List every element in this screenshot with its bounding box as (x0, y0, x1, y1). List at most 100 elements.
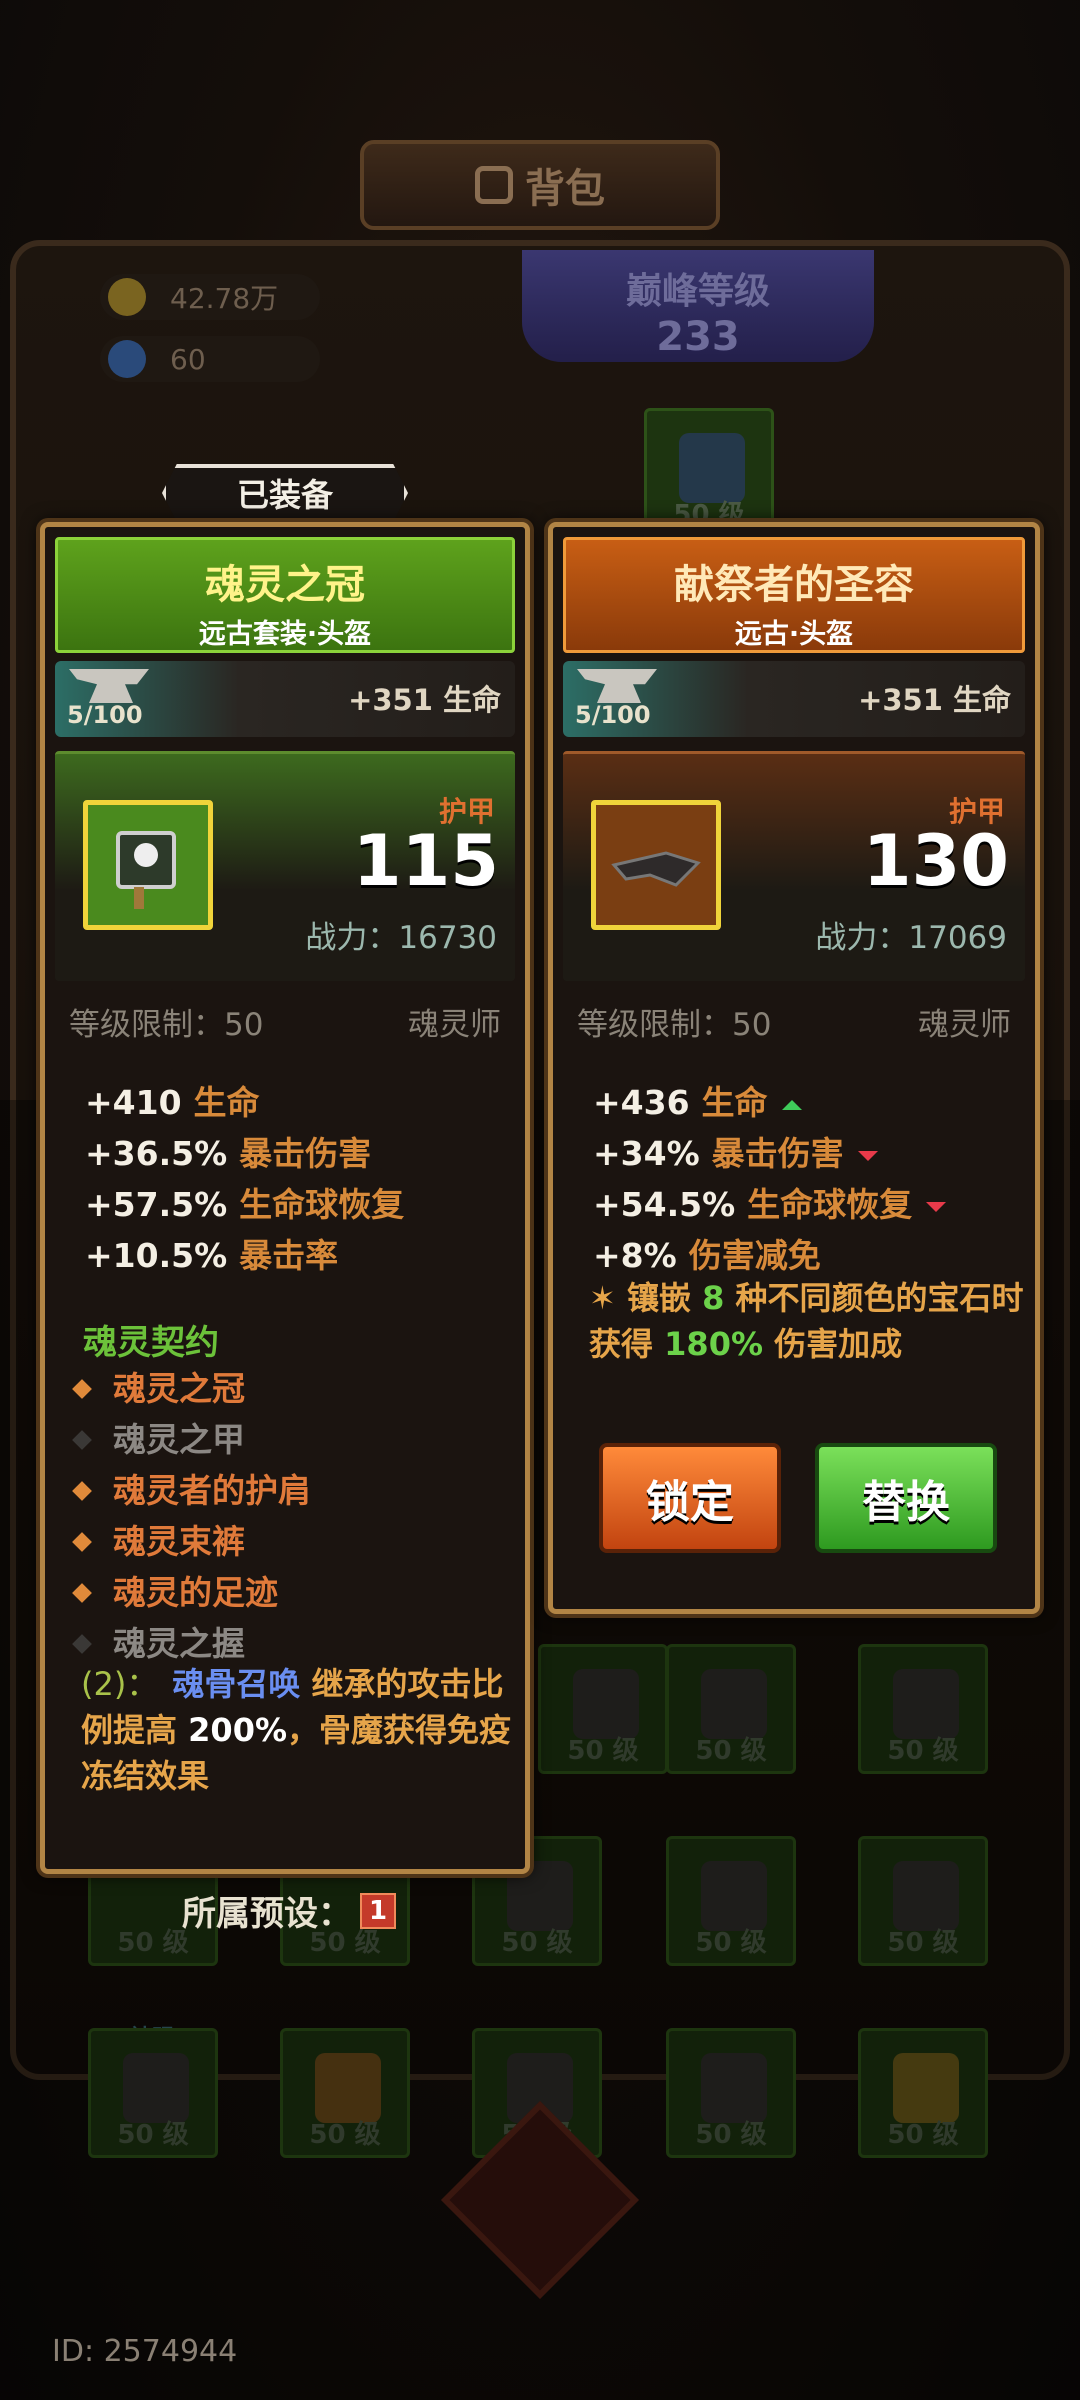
inventory-slot[interactable]: 50 级 (666, 1644, 796, 1774)
inventory-slot[interactable]: 50 级 (538, 1644, 668, 1774)
combat-power: 战力：17069 (815, 920, 1007, 956)
player-id: ID: 2574944 (52, 2334, 238, 2369)
stat-up-arrow-icon (781, 1099, 802, 1110)
preset-info: 所属预设： 1 (182, 1886, 396, 1935)
item-type: 远古套装·头盔 (198, 619, 372, 650)
item-icon (591, 800, 721, 930)
diamond-icon (72, 1429, 92, 1450)
inventory-slot[interactable]: 50 级 (858, 1836, 988, 1966)
stat-name: 生命 (193, 1083, 260, 1122)
helmet-icon (701, 1669, 767, 1739)
slot-level: 50 级 (887, 1736, 959, 1766)
stat-down-arrow-icon (857, 1150, 878, 1161)
item-name: 魂灵之冠 (205, 562, 365, 608)
mask-icon (611, 851, 701, 887)
stat-down-arrow-icon (926, 1201, 947, 1212)
stat-value: +10.5% (85, 1236, 228, 1275)
helmet-book-icon (116, 831, 176, 909)
gold-amount: 42.78万 (170, 282, 279, 315)
diamond-icon (72, 1531, 92, 1552)
item-header: 献祭者的圣容 远古·头盔 (563, 537, 1025, 653)
slot-level: 50 级 (567, 1736, 639, 1766)
gold-counter: 42.78万 (100, 274, 320, 320)
set-items: 魂灵之冠 魂灵之甲 魂灵者的护肩 魂灵束裤 魂灵的足迹 魂灵之握 (72, 1363, 311, 1669)
anvil-icon (69, 669, 149, 703)
armor-value: 115 (352, 820, 499, 902)
inventory-slot[interactable]: 50 级 (666, 1836, 796, 1966)
set-item-name: 魂灵束裤 (113, 1522, 245, 1561)
stat-name: 暴击伤害 (711, 1134, 844, 1173)
set-bonus-count: (2)： (81, 1665, 159, 1703)
gem-text: 伤害加成 (774, 1325, 903, 1363)
stat-name: 暴击率 (239, 1236, 339, 1275)
stat-row: +436 生命 (593, 1077, 946, 1128)
stat-value: +54.5% (593, 1185, 736, 1224)
stat-name: 生命球恢复 (239, 1185, 405, 1224)
forge-bonus: +351 生命 (348, 683, 501, 717)
stat-row: +8% 伤害减免 (593, 1230, 946, 1281)
set-title: 魂灵契约 (83, 1323, 219, 1363)
set-item-name: 魂灵之冠 (113, 1369, 245, 1408)
set-item-name: 魂灵之甲 (113, 1420, 245, 1459)
anvil-icon (577, 669, 657, 703)
slot-level: 50 级 (695, 1928, 767, 1958)
peak-level-label: 巅峰等级 (625, 271, 770, 312)
inventory-slot[interactable]: 50 级 (88, 2028, 218, 2158)
slot-level: 50 级 (501, 1928, 573, 1958)
stat-row: +34% 暴击伤害 (593, 1128, 946, 1179)
set-item-missing: 魂灵之甲 (72, 1414, 311, 1465)
gem-counter: 60 (100, 336, 320, 382)
stat-name: 生命 (701, 1083, 768, 1122)
stat-name: 暴击伤害 (239, 1134, 372, 1173)
book-icon (679, 433, 745, 503)
inventory-slot[interactable]: 50 级 (280, 2028, 410, 2158)
inventory-slot[interactable]: 50 级 (666, 2028, 796, 2158)
set-bonus[interactable]: (2)： 魂骨召唤 继承的攻击比例提高 200%，骨魔获得免疫冻结效果 (81, 1661, 521, 1799)
preset-label: 所属预设： (182, 1894, 352, 1934)
slot-level: 50 级 (309, 2120, 381, 2150)
class-name: 魂灵师 (918, 1007, 1011, 1043)
pants-icon (123, 2053, 189, 2123)
close-menu-button[interactable] (441, 2101, 639, 2299)
equip-slot-helmet[interactable]: 50 级 (644, 408, 774, 538)
set-item-owned: 魂灵的足迹 (72, 1567, 311, 1618)
star-icon: ✶ (589, 1279, 616, 1317)
stat-name: 生命球恢复 (747, 1185, 913, 1224)
gem-icon (108, 340, 146, 378)
preset-badge[interactable]: 1 (360, 1892, 396, 1929)
set-item-owned: 魂灵者的护肩 (72, 1465, 311, 1516)
backpack-icon (475, 166, 513, 204)
requirements-row: 等级限制：50 魂灵师 (69, 999, 501, 1044)
set-bonus-name: 魂骨召唤 (172, 1665, 301, 1703)
slot-level: 50 级 (117, 2120, 189, 2150)
set-item-owned: 魂灵束裤 (72, 1516, 311, 1567)
helmet-icon (893, 1669, 959, 1739)
forge-progress: 5/100 (575, 701, 651, 729)
gauntlet-icon (701, 1861, 767, 1931)
slot-level: 50 级 (695, 1736, 767, 1766)
peak-level-value: 233 (656, 314, 740, 360)
gem-pct: 180% (664, 1325, 764, 1363)
forge-row: 5/100 +351 生命 (55, 661, 515, 737)
stat-value: +436 (593, 1083, 690, 1122)
stat-name: 伤害减免 (688, 1236, 821, 1275)
slot-level: 50 级 (887, 1928, 959, 1958)
boots-icon (701, 2053, 767, 2123)
helmet-icon (573, 1669, 639, 1739)
item-header: 魂灵之冠 远古套装·头盔 (55, 537, 515, 653)
stat-row: +10.5% 暴击率 (85, 1230, 404, 1281)
gem-bonus: ✶ 镶嵌 8 种不同颜色的宝石时获得 180% 伤害加成 (589, 1275, 1029, 1367)
stat-value: +34% (593, 1134, 700, 1173)
set-item-owned: 魂灵之冠 (72, 1363, 311, 1414)
peak-level-badge: 巅峰等级 233 (522, 250, 874, 362)
item-summary: 护甲 115 战力：16730 (55, 751, 515, 981)
gold-coin-icon (108, 278, 146, 316)
replace-button[interactable]: 替换 (815, 1443, 997, 1553)
inventory-slot[interactable]: 50 级 (858, 2028, 988, 2158)
page-title: 背包 (525, 166, 605, 212)
inventory-slot[interactable]: 50 级 (858, 1644, 988, 1774)
boots-icon (893, 2053, 959, 2123)
stat-value: +410 (85, 1083, 182, 1122)
item-type: 远古·头盔 (734, 619, 854, 650)
lock-button[interactable]: 锁定 (599, 1443, 781, 1553)
